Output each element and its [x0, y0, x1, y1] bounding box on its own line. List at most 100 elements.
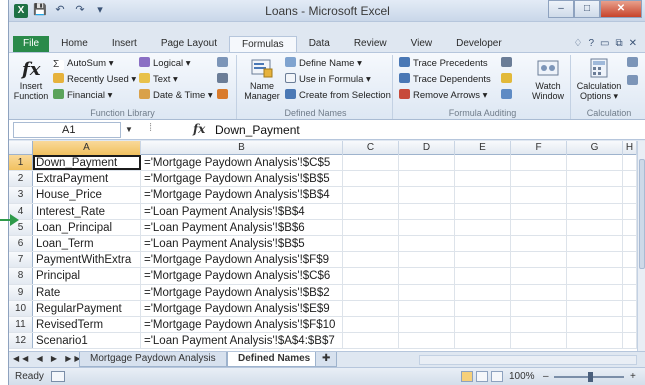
autosum-button[interactable]: Σ AutoSum ▾	[53, 57, 113, 71]
empty-cell[interactable]	[455, 333, 511, 349]
empty-cell[interactable]	[455, 219, 511, 235]
workbook-restore-icon[interactable]: ⧉	[615, 38, 622, 49]
empty-cell[interactable]	[623, 203, 637, 219]
empty-cell[interactable]	[511, 333, 567, 349]
row-header[interactable]: 12	[9, 333, 33, 349]
financial-button[interactable]: Financial ▾	[53, 89, 112, 103]
zoom-in-button[interactable]: +	[630, 371, 636, 382]
vertical-scroll-thumb[interactable]	[639, 159, 645, 269]
sheet-tab[interactable]: Mortgage Paydown Analysis	[79, 352, 227, 367]
name-cell[interactable]: Scenario1	[33, 333, 141, 349]
column-header[interactable]: B	[141, 141, 343, 155]
empty-cell[interactable]	[455, 203, 511, 219]
row-header[interactable]: 10	[9, 300, 33, 316]
name-cell[interactable]: House_Price	[33, 187, 141, 203]
empty-cell[interactable]	[511, 187, 567, 203]
row-header[interactable]: 6	[9, 235, 33, 252]
vertical-scrollbar[interactable]	[637, 141, 645, 351]
trace-dependents-button[interactable]: Trace Dependents	[399, 73, 491, 87]
date-time-button[interactable]: Date & Time ▾	[139, 89, 213, 103]
insert-function-fx-icon[interactable]: fx	[193, 122, 205, 136]
row-header[interactable]: 8	[9, 268, 33, 284]
empty-cell[interactable]	[511, 219, 567, 235]
empty-cell[interactable]	[567, 284, 623, 300]
empty-cell[interactable]	[343, 235, 399, 252]
empty-cell[interactable]	[343, 333, 399, 349]
create-from-selection-button[interactable]: Create from Selection	[285, 89, 391, 103]
empty-cell[interactable]	[455, 235, 511, 252]
empty-cell[interactable]	[567, 300, 623, 316]
calculate-now-button[interactable]	[627, 57, 641, 71]
insert-function-button[interactable]: fx Insert Function	[13, 57, 49, 101]
empty-cell[interactable]	[511, 155, 567, 171]
reference-cell[interactable]: ='Mortgage Paydown Analysis'!$F$10	[141, 316, 343, 333]
empty-cell[interactable]	[343, 300, 399, 316]
define-name-button[interactable]: Define Name ▾	[285, 57, 362, 71]
name-cell[interactable]: RegularPayment	[33, 300, 141, 316]
minimize-button[interactable]: –	[548, 0, 574, 18]
close-button[interactable]: ✕	[600, 0, 642, 18]
name-cell[interactable]: PaymentWithExtra	[33, 252, 141, 268]
name-cell[interactable]: Rate	[33, 284, 141, 300]
empty-cell[interactable]	[399, 316, 455, 333]
tab-data[interactable]: Data	[297, 36, 342, 52]
workbook-close-icon[interactable]: ✕	[629, 38, 637, 49]
empty-cell[interactable]	[567, 235, 623, 252]
empty-cell[interactable]	[343, 187, 399, 203]
name-cell[interactable]: ExtraPayment	[33, 171, 141, 187]
empty-cell[interactable]	[567, 268, 623, 284]
name-cell[interactable]: Loan_Term	[33, 235, 141, 252]
empty-cell[interactable]	[623, 187, 637, 203]
empty-cell[interactable]	[399, 333, 455, 349]
empty-cell[interactable]	[455, 187, 511, 203]
empty-cell[interactable]	[343, 252, 399, 268]
math-trig-button[interactable]	[217, 73, 231, 87]
empty-cell[interactable]	[455, 268, 511, 284]
empty-cell[interactable]	[623, 284, 637, 300]
empty-cell[interactable]	[623, 235, 637, 252]
name-cell[interactable]: Loan_Principal	[33, 219, 141, 235]
empty-cell[interactable]	[343, 155, 399, 171]
empty-cell[interactable]	[399, 187, 455, 203]
new-sheet-icon[interactable]: ✚	[315, 352, 338, 367]
empty-cell[interactable]	[399, 284, 455, 300]
empty-cell[interactable]	[343, 203, 399, 219]
empty-cell[interactable]	[623, 155, 637, 171]
empty-cell[interactable]	[511, 268, 567, 284]
empty-cell[interactable]	[399, 171, 455, 187]
reference-cell[interactable]: ='Mortgage Paydown Analysis'!$E$9	[141, 300, 343, 316]
sheet-tab-active[interactable]: Defined Names	[227, 352, 322, 367]
calculation-options-button[interactable]: Calculation Options ▾	[575, 57, 623, 101]
evaluate-formula-button[interactable]	[501, 89, 515, 103]
empty-cell[interactable]	[455, 300, 511, 316]
reference-cell[interactable]: ='Mortgage Paydown Analysis'!$B$2	[141, 284, 343, 300]
empty-cell[interactable]	[623, 252, 637, 268]
normal-view-button[interactable]	[461, 371, 473, 382]
show-formulas-button[interactable]	[501, 57, 515, 71]
empty-cell[interactable]	[623, 300, 637, 316]
empty-cell[interactable]	[399, 155, 455, 171]
empty-cell[interactable]	[511, 300, 567, 316]
column-header[interactable]: D	[399, 141, 455, 155]
row-header[interactable]: 9	[9, 284, 33, 300]
empty-cell[interactable]	[511, 252, 567, 268]
select-all-button[interactable]	[9, 141, 33, 155]
zoom-level[interactable]: 100%	[509, 371, 535, 382]
lookup-reference-button[interactable]	[217, 57, 231, 71]
row-header[interactable]: 2	[9, 171, 33, 187]
column-header[interactable]: G	[567, 141, 623, 155]
watch-window-button[interactable]: Watch Window	[529, 57, 567, 101]
reference-cell[interactable]: ='Mortgage Paydown Analysis'!$B$5	[141, 171, 343, 187]
empty-cell[interactable]	[567, 252, 623, 268]
reference-cell[interactable]: ='Loan Payment Analysis'!$A$4:$B$7	[141, 333, 343, 349]
empty-cell[interactable]	[399, 219, 455, 235]
empty-cell[interactable]	[343, 268, 399, 284]
tab-page-layout[interactable]: Page Layout	[149, 36, 229, 52]
empty-cell[interactable]	[567, 155, 623, 171]
zoom-slider-thumb[interactable]	[588, 372, 593, 382]
column-header[interactable]: H	[623, 141, 637, 155]
zoom-out-button[interactable]: –	[543, 371, 549, 382]
empty-cell[interactable]	[623, 333, 637, 349]
page-break-view-button[interactable]	[491, 371, 503, 382]
empty-cell[interactable]	[567, 187, 623, 203]
